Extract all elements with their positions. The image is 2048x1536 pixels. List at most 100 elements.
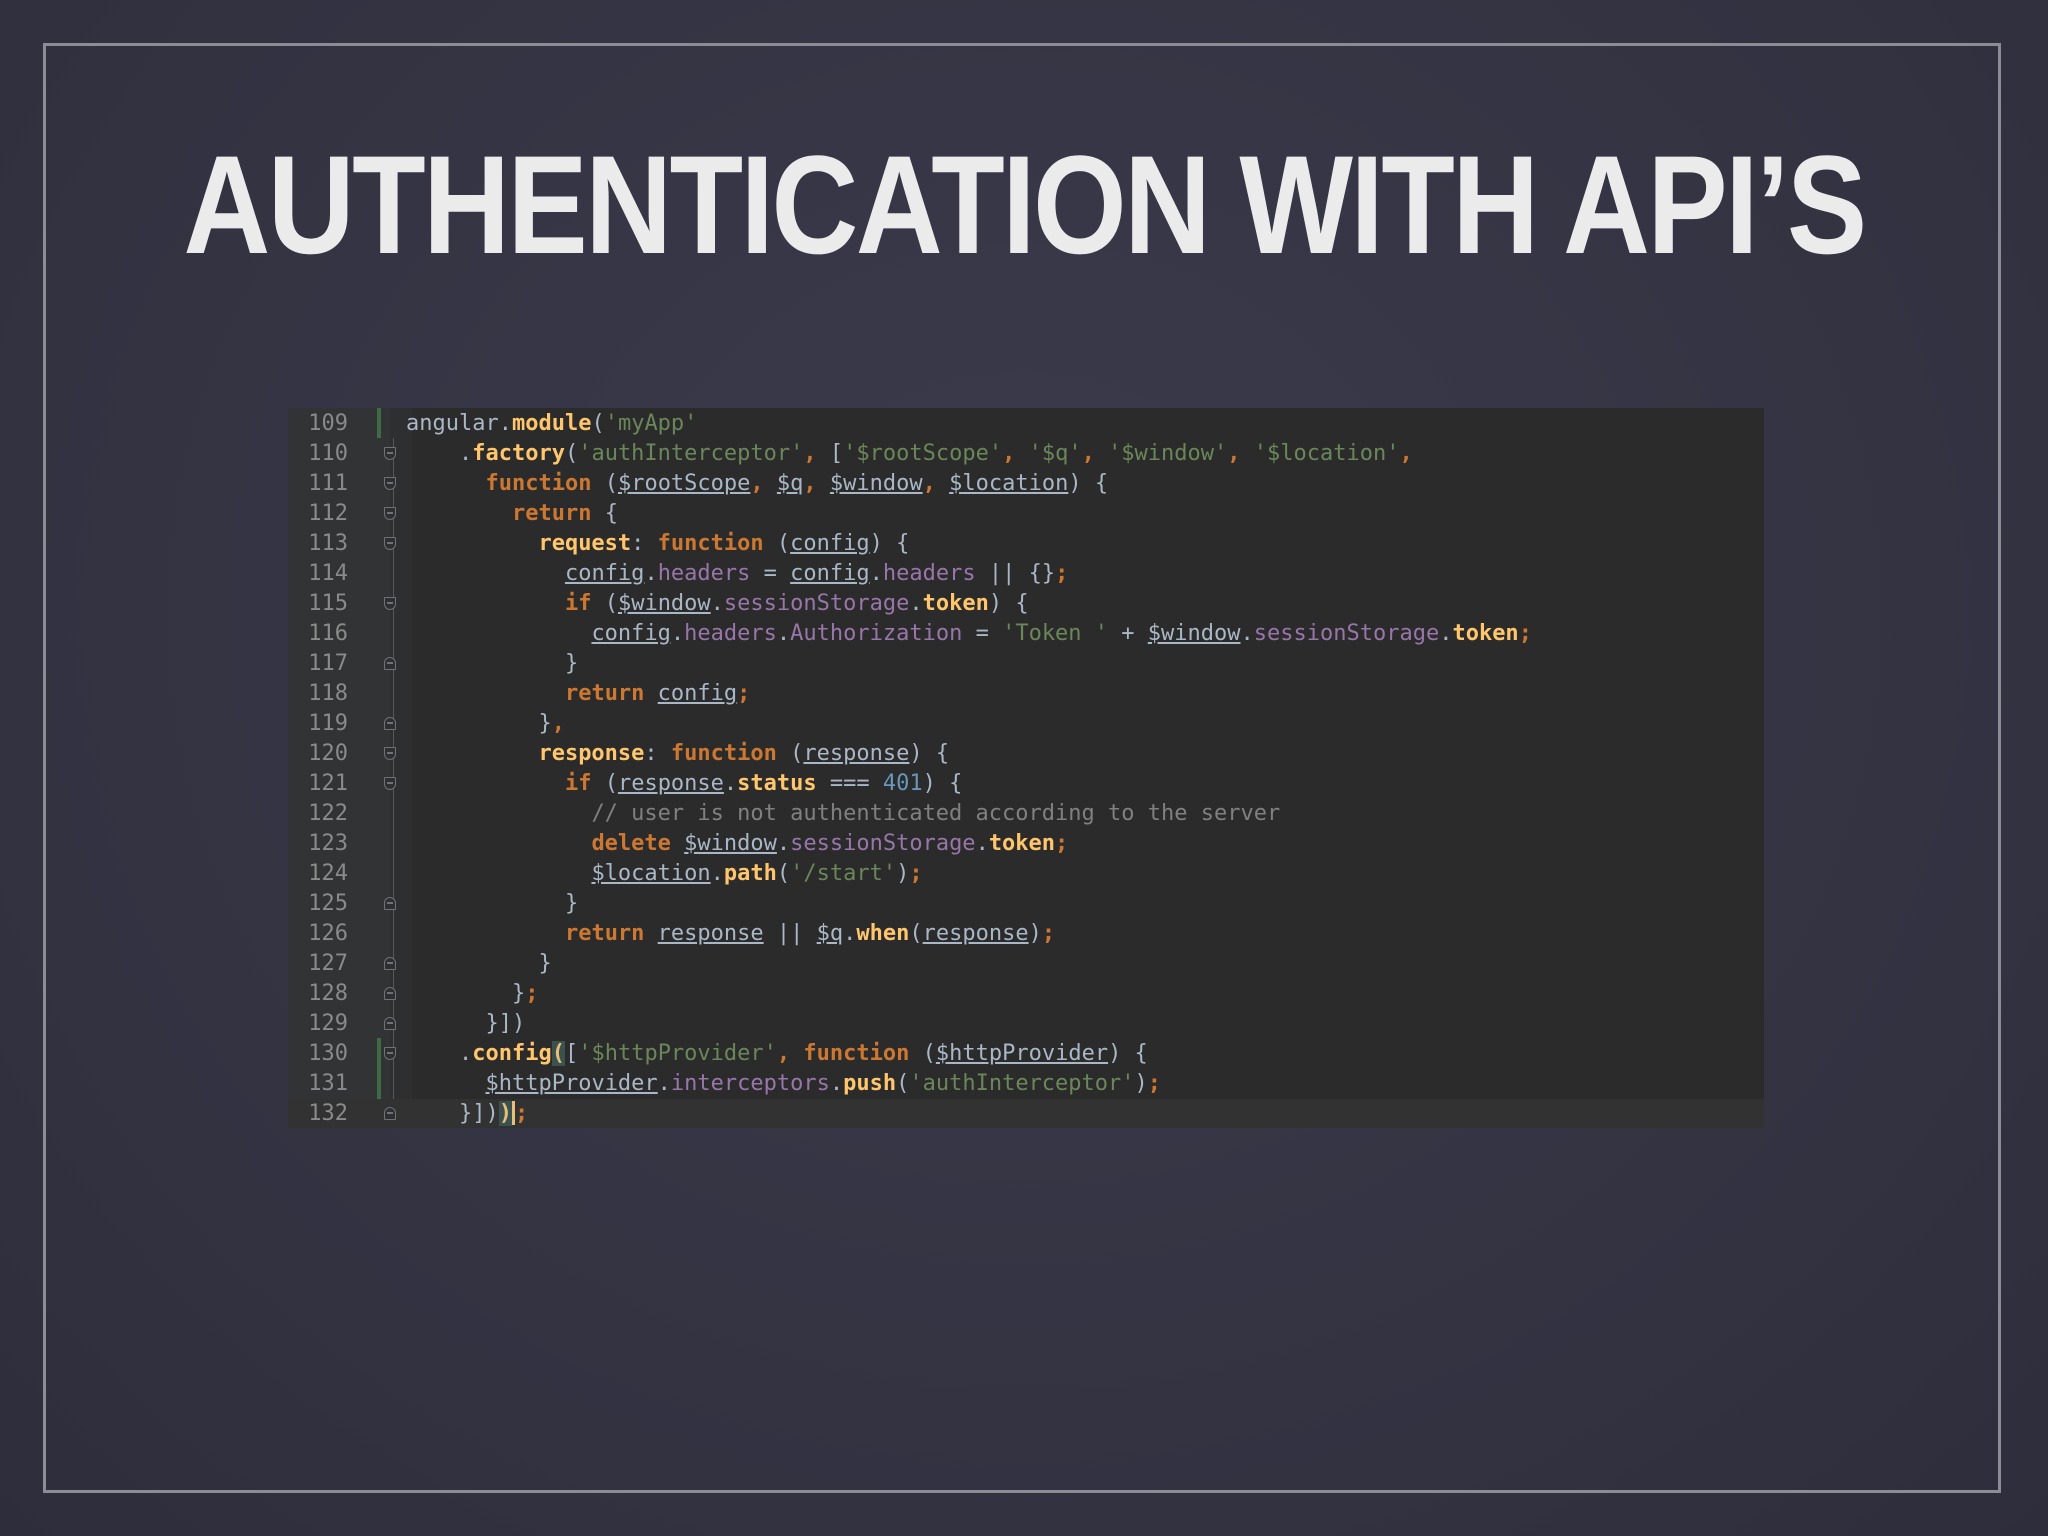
code-token: config — [472, 1041, 552, 1066]
fold-open-icon[interactable] — [384, 477, 396, 490]
code-token: . — [710, 861, 724, 886]
code-line[interactable]: 112 return { — [288, 499, 1764, 529]
code-text: delete $window.sessionStorage.token; — [406, 829, 1068, 859]
fold-close-icon[interactable] — [384, 987, 396, 1000]
code-line[interactable]: 132 }])); — [288, 1099, 1764, 1128]
code-editor[interactable]: 109 angular.module('myApp' 110 .factory('a… — [288, 408, 1764, 1128]
code-line[interactable]: 125 } — [288, 889, 1764, 919]
line-number: 114 — [308, 561, 348, 586]
code-token: 'myApp' — [604, 411, 698, 436]
code-text: .factory('authInterceptor', ['$rootScope… — [406, 439, 1413, 469]
code-token: delete — [591, 831, 685, 856]
code-token: if — [564, 591, 605, 616]
code-token: sessionStorage — [1253, 621, 1440, 646]
code-line[interactable]: 113 request: function (config) { — [288, 529, 1764, 559]
line-number: 128 — [308, 981, 348, 1006]
code-token: response — [657, 921, 764, 946]
code-token: // user is not authenticated according t… — [591, 801, 1281, 826]
code-token: return — [564, 921, 658, 946]
code-token: '$q' — [1028, 441, 1082, 466]
code-token: $rootScope — [617, 471, 751, 496]
code-token: function — [670, 741, 791, 766]
code-token: ; — [525, 981, 539, 1006]
code-line[interactable]: 121 if (response.status === 401) { — [288, 769, 1764, 799]
code-text: return response || $q.when(response); — [406, 919, 1055, 949]
code-line[interactable]: 127 } — [288, 949, 1764, 979]
code-token: , — [1227, 441, 1254, 466]
code-line[interactable]: 114 config.headers = config.headers || {… — [288, 559, 1764, 589]
fold-close-icon[interactable] — [384, 1017, 396, 1030]
code-token: [ — [564, 1041, 579, 1066]
code-line[interactable]: 124 $location.path('/start'); — [288, 859, 1764, 889]
fold-open-icon[interactable] — [384, 747, 396, 760]
code-line[interactable]: 117 } — [288, 649, 1764, 679]
code-line[interactable]: 119 }, — [288, 709, 1764, 739]
code-token: return — [564, 681, 658, 706]
fold-open-icon[interactable] — [384, 597, 396, 610]
code-line[interactable]: 131 $httpProvider.interceptors.push('aut… — [288, 1069, 1764, 1099]
fold-open-icon[interactable] — [384, 777, 396, 790]
code-line[interactable]: 109 angular.module('myApp' — [288, 409, 1764, 439]
line-number: 129 — [308, 1011, 348, 1036]
code-token: ( — [909, 921, 923, 946]
code-token: '$window' — [1108, 441, 1228, 466]
line-number: 124 — [308, 861, 348, 886]
code-line[interactable]: 128 }; — [288, 979, 1764, 1009]
fold-open-icon[interactable] — [384, 507, 396, 520]
line-number: 132 — [308, 1101, 348, 1126]
code-line[interactable]: 116 config.headers.Authorization = 'Toke… — [288, 619, 1764, 649]
code-text: config.headers = config.headers || {}; — [406, 559, 1068, 589]
code-line[interactable]: 126 return response || $q.when(response)… — [288, 919, 1764, 949]
code-token: request — [538, 531, 632, 556]
code-line[interactable]: 111 function ($rootScope, $q, $window, $… — [288, 469, 1764, 499]
code-line[interactable]: 115 if ($window.sessionStorage.token) { — [288, 589, 1764, 619]
fold-close-icon[interactable] — [384, 897, 396, 910]
code-token: . — [909, 591, 923, 616]
code-token: module — [511, 411, 592, 436]
code-token: headers — [657, 561, 751, 586]
code-token: '/start' — [790, 861, 897, 886]
line-number: 131 — [308, 1071, 348, 1096]
code-token: 401 — [882, 771, 923, 796]
fold-open-icon[interactable] — [384, 447, 396, 460]
fold-close-icon[interactable] — [384, 957, 396, 970]
code-text: return config; — [406, 679, 750, 709]
fold-open-icon[interactable] — [384, 1047, 396, 1060]
code-token: . — [710, 591, 724, 616]
code-line[interactable]: 130 .config(['$httpProvider', function (… — [288, 1039, 1764, 1069]
code-line[interactable]: 118 return config; — [288, 679, 1764, 709]
code-token: sessionStorage — [790, 831, 976, 856]
code-token: ; — [1055, 561, 1069, 586]
code-text: if ($window.sessionStorage.token) { — [406, 589, 1029, 619]
fold-close-icon[interactable] — [384, 657, 396, 670]
line-number: 117 — [308, 651, 348, 676]
code-token: ( — [776, 531, 791, 556]
code-line[interactable]: 120 response: function (response) { — [288, 739, 1764, 769]
code-token: $window — [829, 471, 923, 496]
code-token: $window — [1147, 621, 1241, 646]
code-line[interactable]: 129 }]) — [288, 1009, 1764, 1039]
code-token: ) — [1134, 1071, 1148, 1096]
code-text: }]) — [406, 1009, 525, 1039]
code-token: , — [922, 471, 950, 496]
code-text: request: function (config) { — [406, 529, 909, 559]
code-line[interactable]: 123 delete $window.sessionStorage.token; — [288, 829, 1764, 859]
code-token: response — [803, 741, 910, 766]
code-token: } — [406, 951, 552, 976]
code-line[interactable]: 110 .factory('authInterceptor', ['$rootS… — [288, 439, 1764, 469]
code-token: . — [406, 1041, 473, 1066]
fold-close-icon[interactable] — [384, 717, 396, 730]
code-token: '$httpProvider' — [578, 1041, 777, 1066]
code-token: '$rootScope' — [843, 441, 1003, 466]
code-text: config.headers.Authorization = 'Token ' … — [406, 619, 1532, 649]
fold-open-icon[interactable] — [384, 537, 396, 550]
fold-close-icon[interactable] — [384, 1107, 396, 1120]
code-line[interactable]: 122 // user is not authenticated accordi… — [288, 799, 1764, 829]
code-token: } — [406, 981, 526, 1006]
code-token: ( — [564, 441, 579, 466]
code-token: { — [604, 501, 618, 526]
